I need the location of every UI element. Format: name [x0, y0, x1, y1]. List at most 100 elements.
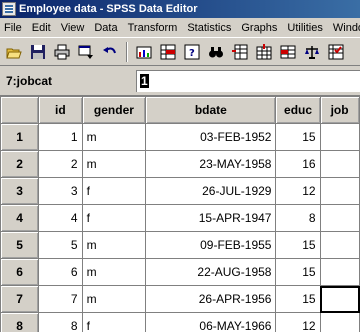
- row-header[interactable]: 7: [0, 285, 40, 313]
- split-file-icon[interactable]: [277, 41, 299, 63]
- dialog-recall-icon[interactable]: [75, 41, 97, 63]
- cell-bdate[interactable]: 26-APR-1956: [145, 285, 277, 313]
- row-header[interactable]: 5: [0, 231, 40, 259]
- cell-educ[interactable]: 12: [275, 312, 321, 332]
- cell-id[interactable]: 4: [38, 204, 83, 232]
- undo-icon[interactable]: [99, 41, 121, 63]
- menu-graphs[interactable]: Graphs: [236, 22, 282, 34]
- find-icon[interactable]: [205, 41, 227, 63]
- cell-educ[interactable]: 8: [275, 204, 321, 232]
- goto-chart-icon[interactable]: [133, 41, 155, 63]
- data-grid: id gender bdate educ job 1 1 m 03-FEB-1952 1…: [0, 95, 360, 332]
- cell-reference: 7:jobcat: [6, 74, 53, 88]
- cell-educ[interactable]: 12: [275, 177, 321, 205]
- cell-educ[interactable]: 16: [275, 150, 321, 178]
- save-icon[interactable]: [27, 41, 49, 63]
- cell-bdate[interactable]: 09-FEB-1955: [145, 231, 277, 259]
- cell-id[interactable]: 8: [38, 312, 83, 332]
- cell-gender[interactable]: m: [81, 150, 147, 178]
- cell-bdate[interactable]: 26-JUL-1929: [145, 177, 277, 205]
- table-row: 7 7 m 26-APR-1956 15: [0, 285, 360, 313]
- cell-gender[interactable]: m: [81, 231, 147, 259]
- cell-educ[interactable]: 15: [275, 123, 321, 151]
- table-row: 1 1 m 03-FEB-1952 15: [0, 123, 360, 151]
- column-header-gender[interactable]: gender: [81, 96, 147, 124]
- data-table: id gender bdate educ job 1 1 m 03-FEB-1952 1…: [0, 96, 360, 332]
- spss-app-icon: [2, 2, 16, 16]
- row-header[interactable]: 8: [0, 312, 40, 332]
- table-row: 6 6 m 22-AUG-1958 15: [0, 258, 360, 286]
- cell-value-input[interactable]: 1: [136, 70, 360, 92]
- cell-id[interactable]: 1: [38, 123, 83, 151]
- menu-data[interactable]: Data: [89, 22, 122, 34]
- open-icon[interactable]: [3, 41, 25, 63]
- cell-id[interactable]: 5: [38, 231, 83, 259]
- menu-edit[interactable]: Edit: [27, 22, 56, 34]
- table-row: 2 2 m 23-MAY-1958 16: [0, 150, 360, 178]
- table-row: 8 8 f 06-MAY-1966 12: [0, 312, 360, 332]
- toolbar-separator: [126, 41, 128, 62]
- cell-bdate[interactable]: 06-MAY-1966: [145, 312, 277, 332]
- cell-value-text: 1: [140, 74, 149, 88]
- cell-id[interactable]: 2: [38, 150, 83, 178]
- row-header[interactable]: 4: [0, 204, 40, 232]
- cell-id[interactable]: 6: [38, 258, 83, 286]
- row-header[interactable]: 6: [0, 258, 40, 286]
- cell-jobcat[interactable]: [319, 285, 360, 313]
- toolbar: ?: [0, 37, 360, 66]
- table-row: 4 4 f 15-APR-1947 8: [0, 204, 360, 232]
- cell-jobcat[interactable]: [319, 177, 360, 205]
- cell-id[interactable]: 3: [38, 177, 83, 205]
- menu-windows[interactable]: Windows: [328, 22, 360, 34]
- goto-case-icon[interactable]: [157, 41, 179, 63]
- variables-icon[interactable]: ?: [181, 41, 203, 63]
- corner-cell[interactable]: [0, 96, 40, 124]
- cell-educ[interactable]: 15: [275, 258, 321, 286]
- menu-utilities[interactable]: Utilities: [282, 22, 327, 34]
- cell-educ[interactable]: 15: [275, 231, 321, 259]
- insert-case-icon[interactable]: [229, 41, 251, 63]
- cell-jobcat[interactable]: [319, 312, 360, 332]
- column-header-educ[interactable]: educ: [275, 96, 321, 124]
- cell-educ[interactable]: 15: [275, 285, 321, 313]
- cell-jobcat[interactable]: [319, 231, 360, 259]
- cell-gender[interactable]: m: [81, 258, 147, 286]
- cell-jobcat[interactable]: [319, 204, 360, 232]
- window-title: Employee data - SPSS Data Editor: [19, 3, 198, 15]
- cell-gender[interactable]: m: [81, 123, 147, 151]
- menu-bar: File Edit View Data Transform Statistics…: [0, 18, 360, 37]
- menu-view[interactable]: View: [56, 22, 90, 34]
- cell-gender[interactable]: f: [81, 204, 147, 232]
- row-header[interactable]: 3: [0, 177, 40, 205]
- menu-transform[interactable]: Transform: [123, 22, 183, 34]
- row-header[interactable]: 1: [0, 123, 40, 151]
- cell-gender[interactable]: m: [81, 285, 147, 313]
- column-header-jobcat[interactable]: job: [319, 96, 360, 124]
- cell-jobcat[interactable]: [319, 258, 360, 286]
- table-body: 1 1 m 03-FEB-1952 15 2 2 m 23-MAY-1958 16 3 3 f 26-JU…: [0, 123, 360, 332]
- row-header[interactable]: 2: [0, 150, 40, 178]
- cell-bdate[interactable]: 23-MAY-1958: [145, 150, 277, 178]
- cell-editor-bar: 7:jobcat 1: [0, 67, 360, 95]
- cell-gender[interactable]: f: [81, 312, 147, 332]
- header-row: id gender bdate educ job: [0, 96, 360, 124]
- title-bar: Employee data - SPSS Data Editor: [0, 0, 360, 18]
- column-header-id[interactable]: id: [38, 96, 83, 124]
- cell-jobcat[interactable]: [319, 150, 360, 178]
- table-row: 3 3 f 26-JUL-1929 12: [0, 177, 360, 205]
- cell-gender[interactable]: f: [81, 177, 147, 205]
- cell-bdate[interactable]: 03-FEB-1952: [145, 123, 277, 151]
- menu-file[interactable]: File: [0, 22, 27, 34]
- cell-id[interactable]: 7: [38, 285, 83, 313]
- menu-statistics[interactable]: Statistics: [182, 22, 236, 34]
- table-row: 5 5 m 09-FEB-1955 15: [0, 231, 360, 259]
- cell-jobcat[interactable]: [319, 123, 360, 151]
- select-cases-icon[interactable]: [325, 41, 347, 63]
- column-header-bdate[interactable]: bdate: [145, 96, 277, 124]
- svg-text:?: ?: [189, 48, 195, 59]
- weight-cases-icon[interactable]: [301, 41, 323, 63]
- print-icon[interactable]: [51, 41, 73, 63]
- cell-bdate[interactable]: 15-APR-1947: [145, 204, 277, 232]
- cell-bdate[interactable]: 22-AUG-1958: [145, 258, 277, 286]
- insert-variable-icon[interactable]: [253, 41, 275, 63]
